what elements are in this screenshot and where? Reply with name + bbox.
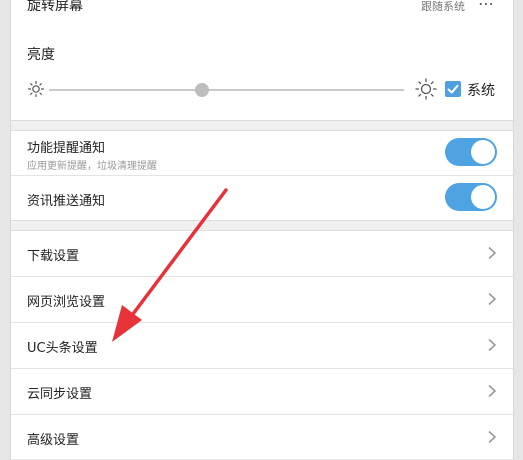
chevron-right-icon	[488, 384, 497, 398]
brightness-label: 亮度	[27, 47, 55, 63]
menu-item-label: 网页浏览设置	[27, 295, 106, 310]
menu-item-browsing-settings[interactable]: 网页浏览设置	[11, 277, 513, 322]
rotate-screen-value: 跟随系统	[421, 0, 465, 13]
rotate-screen-row[interactable]: 旋转屏幕 跟随系统 ⋯	[11, 0, 513, 24]
menu-item-label: 下载设置	[27, 249, 80, 264]
menu-item-uc-headlines-settings[interactable]: UC头条设置	[11, 323, 513, 368]
check-icon	[447, 84, 459, 94]
brightness-low-icon	[27, 80, 45, 98]
menu-item-cloud-sync-settings[interactable]: 云同步设置	[11, 369, 513, 414]
news-push-toggle[interactable]	[445, 183, 497, 211]
chevron-right-icon	[488, 292, 497, 306]
news-push-label: 资讯推送通知	[27, 194, 106, 209]
more-icon[interactable]: ⋯	[478, 0, 495, 13]
rotate-screen-label: 旋转屏幕	[27, 0, 83, 14]
brightness-slider-thumb[interactable]	[194, 83, 209, 97]
toggle-knob	[471, 185, 495, 209]
brightness-slider[interactable]	[49, 83, 404, 97]
feature-notification-description: 应用更新提醒，垃圾清理提醒	[27, 161, 157, 172]
section-divider	[11, 120, 513, 131]
feature-notification-toggle[interactable]	[445, 138, 497, 166]
menu-item-advanced-settings[interactable]: 高级设置	[11, 415, 513, 460]
system-brightness-checkbox[interactable]	[445, 81, 461, 97]
chevron-right-icon	[488, 246, 497, 260]
menu-item-label: 高级设置	[27, 433, 80, 448]
chevron-right-icon	[488, 338, 497, 352]
brightness-high-icon	[415, 78, 437, 100]
system-brightness-label: 系统	[467, 83, 495, 99]
settings-panel: 旋转屏幕 跟随系统 ⋯ 亮度 系统 功能提醒通知 应用更新提醒，垃圾清理提醒 资…	[10, 0, 514, 460]
menu-item-download-settings[interactable]: 下载设置	[11, 231, 513, 276]
section-divider	[11, 220, 513, 231]
chevron-right-icon	[488, 430, 497, 444]
feature-notification-row: 功能提醒通知 应用更新提醒，垃圾清理提醒	[11, 131, 513, 175]
menu-item-label: UC头条设置	[27, 341, 98, 356]
toggle-knob	[471, 140, 495, 164]
menu-item-label: 云同步设置	[27, 387, 93, 402]
news-push-row: 资讯推送通知	[11, 176, 513, 220]
feature-notification-label: 功能提醒通知	[27, 141, 106, 156]
